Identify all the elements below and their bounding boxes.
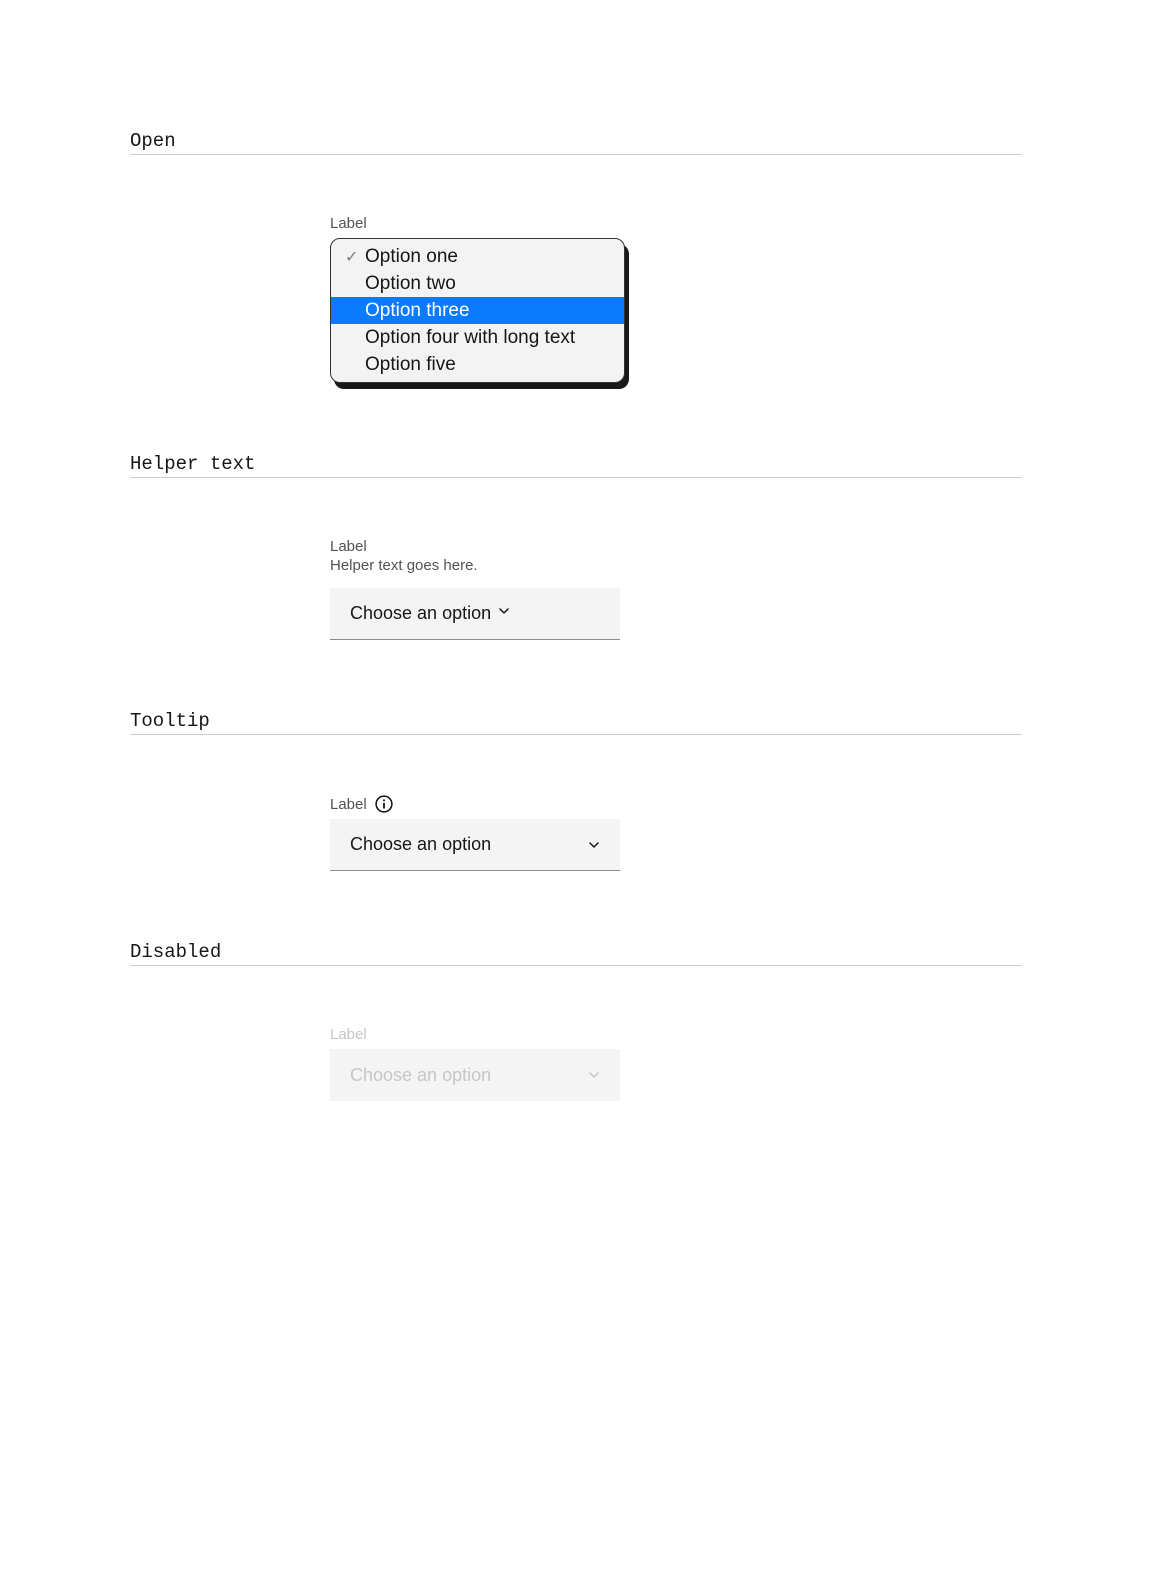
select-dropdown[interactable]: ✓Option one Option two Option three Option … bbox=[330, 238, 625, 383]
section-heading-open: Open bbox=[130, 130, 1022, 155]
select-label: Label bbox=[330, 538, 620, 555]
option-label: Option three bbox=[365, 300, 470, 322]
example-disabled: Label Choose an option bbox=[330, 1026, 620, 1101]
chevron-down-icon bbox=[496, 603, 512, 619]
section-tooltip: Tooltip Label Choose an option bbox=[130, 710, 1022, 871]
option-label: Option one bbox=[365, 246, 458, 268]
option-label: Option two bbox=[365, 273, 456, 295]
select-placeholder: Choose an option bbox=[350, 603, 491, 623]
section-helper-text: Helper text Label Helper text goes here.… bbox=[130, 453, 1022, 640]
select-option[interactable]: Option three bbox=[331, 297, 624, 324]
select-button-disabled: Choose an option bbox=[330, 1049, 620, 1101]
option-label: Option four with long text bbox=[365, 327, 575, 349]
select-label: Label bbox=[330, 215, 367, 232]
select-option[interactable]: Option five bbox=[331, 351, 624, 378]
option-label: Option five bbox=[365, 354, 456, 376]
example-tooltip: Label Choose an option bbox=[330, 795, 620, 871]
select-placeholder: Choose an option bbox=[350, 1065, 491, 1086]
info-icon[interactable] bbox=[375, 795, 393, 813]
select-label: Label bbox=[330, 795, 393, 813]
select-option[interactable]: ✓Option one bbox=[331, 243, 624, 270]
select-option[interactable]: Option four with long text bbox=[331, 324, 624, 351]
chevron-down-icon bbox=[586, 1067, 602, 1083]
select-option[interactable]: Option two bbox=[331, 270, 624, 297]
select-label-text: Label bbox=[330, 796, 367, 813]
select-label: Label bbox=[330, 1026, 367, 1043]
select-button[interactable]: Choose an option bbox=[330, 588, 620, 640]
section-open: Open Label ✓Option one Option two Option t… bbox=[130, 130, 1022, 383]
chevron-down-icon bbox=[586, 837, 602, 853]
helper-text: Helper text goes here. bbox=[330, 557, 620, 574]
example-helper: Label Helper text goes here. Choose an o… bbox=[330, 538, 620, 640]
section-heading-helper: Helper text bbox=[130, 453, 1022, 478]
section-disabled: Disabled Label Choose an option bbox=[130, 941, 1022, 1101]
example-open: Label ✓Option one Option two Option three O… bbox=[330, 215, 620, 383]
section-heading-tooltip: Tooltip bbox=[130, 710, 1022, 735]
section-heading-disabled: Disabled bbox=[130, 941, 1022, 966]
select-button[interactable]: Choose an option bbox=[330, 819, 620, 871]
checkmark-icon: ✓ bbox=[345, 247, 365, 267]
select-placeholder: Choose an option bbox=[350, 834, 491, 855]
